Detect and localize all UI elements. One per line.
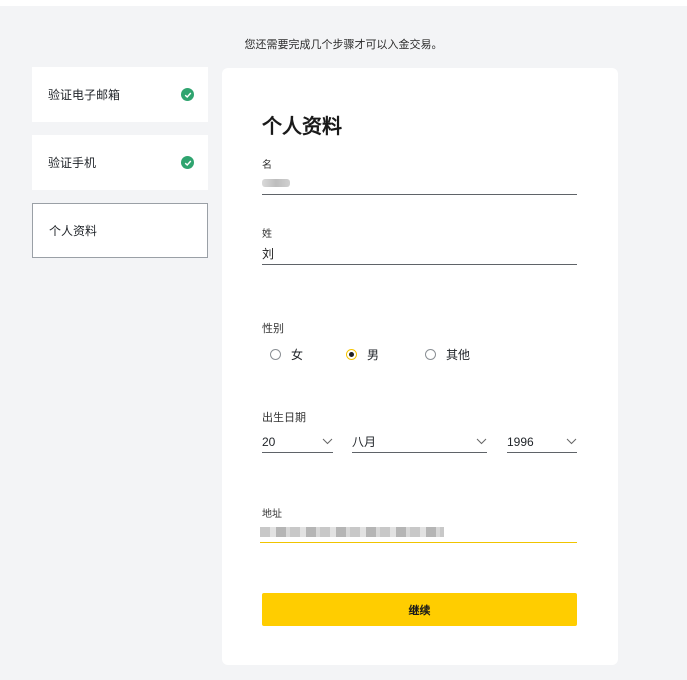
check-icon bbox=[181, 88, 194, 101]
last-name-label: 姓 bbox=[262, 229, 272, 240]
chevron-down-icon bbox=[565, 438, 577, 446]
progress-notice: 您还需要完成几个步骤才可以入金交易。 bbox=[244, 39, 443, 51]
gender-option-female[interactable]: 女 bbox=[270, 346, 303, 363]
radio-icon bbox=[425, 349, 437, 360]
address-field[interactable] bbox=[260, 522, 577, 543]
first-name-field[interactable] bbox=[262, 172, 577, 195]
personal-info-card: 个人资料 名 姓 刘 性别 女 男 其他 出生日期 20 八月 1996 地址 … bbox=[222, 68, 618, 665]
check-icon bbox=[181, 156, 194, 169]
first-name-label: 名 bbox=[262, 160, 272, 171]
gender-option-male[interactable]: 男 bbox=[346, 346, 379, 363]
last-name-value: 刘 bbox=[262, 246, 275, 261]
top-strip bbox=[0, 0, 687, 6]
radio-icon bbox=[270, 349, 281, 360]
step-verify-email[interactable]: 验证电子邮箱 bbox=[32, 67, 208, 122]
step-verify-phone[interactable]: 验证手机 bbox=[32, 135, 208, 190]
dob-month-select[interactable]: 八月 bbox=[352, 431, 487, 453]
radio-selected-icon bbox=[346, 349, 358, 360]
dob-year-select[interactable]: 1996 bbox=[507, 431, 577, 453]
gender-label: 性别 bbox=[262, 323, 284, 335]
step-label: 验证电子邮箱 bbox=[48, 88, 121, 102]
gender-option-other[interactable]: 其他 bbox=[425, 346, 470, 363]
continue-button[interactable]: 继续 bbox=[262, 593, 577, 626]
form-title: 个人资料 bbox=[262, 116, 342, 138]
dob-day-select[interactable]: 20 bbox=[262, 431, 333, 453]
step-personal-info[interactable]: 个人资料 bbox=[32, 203, 208, 258]
gender-radio-group: 女 男 其他 bbox=[270, 346, 470, 363]
step-label: 个人资料 bbox=[49, 224, 98, 238]
chevron-down-icon bbox=[475, 438, 487, 446]
redacted-value bbox=[262, 179, 290, 187]
last-name-field[interactable]: 刘 bbox=[262, 242, 577, 265]
step-label: 验证手机 bbox=[48, 156, 97, 170]
redacted-value bbox=[260, 527, 444, 537]
chevron-down-icon bbox=[321, 438, 333, 446]
dob-label: 出生日期 bbox=[262, 412, 306, 424]
address-label: 地址 bbox=[262, 509, 282, 520]
